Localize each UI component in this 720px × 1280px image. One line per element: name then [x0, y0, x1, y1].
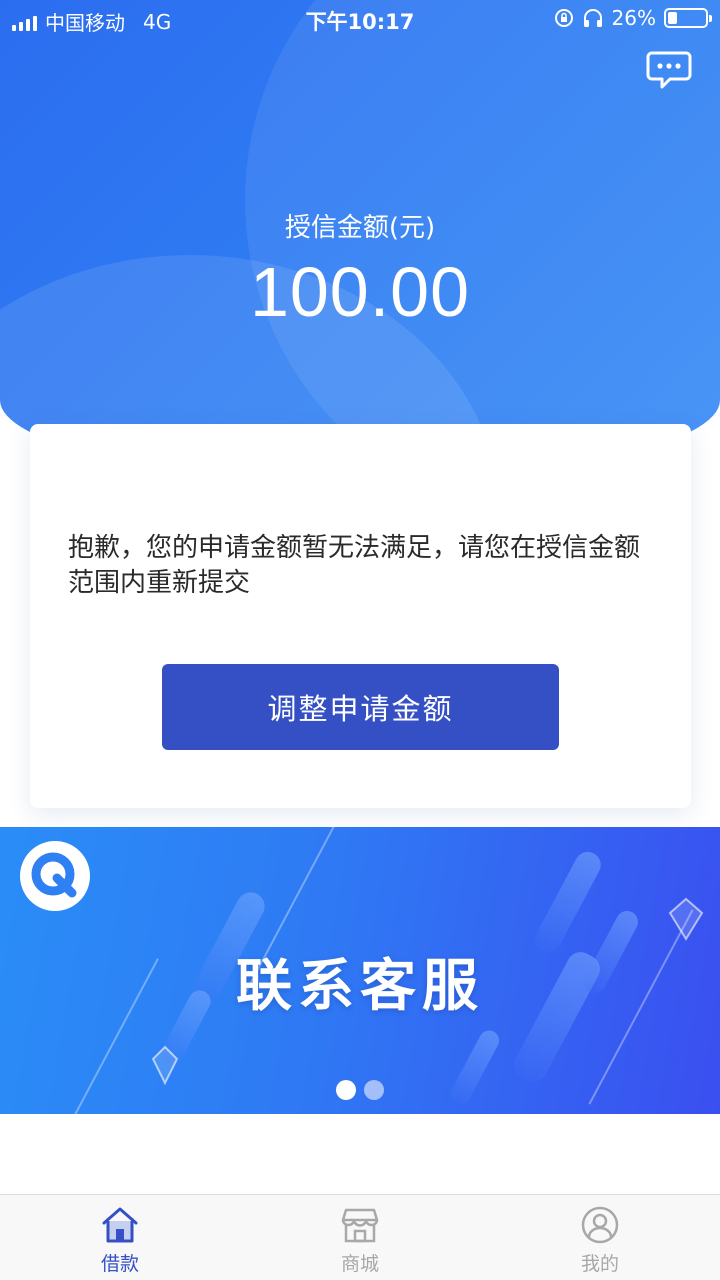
headphones-icon	[583, 9, 602, 27]
search-logo-icon	[20, 841, 90, 911]
carousel-dot[interactable]	[364, 1080, 384, 1100]
user-icon	[581, 1206, 619, 1244]
status-bar: 中国移动 4G 下午10:17 26%	[0, 0, 720, 38]
crystal-icon	[668, 897, 704, 941]
banner-title: 联系客服	[236, 954, 484, 1019]
carousel-dots	[0, 1080, 720, 1100]
credit-amount: 100.00	[249, 253, 471, 331]
credit-label: 授信金额(元)	[284, 213, 436, 243]
tab-mine[interactable]: 我的	[480, 1195, 720, 1280]
tab-label: 商城	[340, 1253, 379, 1275]
battery-percent: 26%	[611, 6, 656, 30]
notice-card: 抱歉，您的申请金额暂无法满足，请您在授信金额范围内重新提交 调整申请金额	[30, 424, 691, 808]
battery-icon	[664, 8, 712, 28]
bottom-tab-bar: 借款 商城 我的	[0, 1194, 720, 1280]
store-icon	[341, 1208, 379, 1243]
contact-service-banner[interactable]: 联系客服	[0, 827, 720, 1114]
tab-loan[interactable]: 借款	[0, 1195, 240, 1280]
status-right: 26%	[554, 6, 712, 30]
chat-bubble-icon[interactable]	[646, 50, 692, 90]
tab-store[interactable]: 商城	[240, 1195, 480, 1280]
tab-label: 借款	[100, 1253, 139, 1275]
home-icon	[102, 1207, 138, 1243]
tab-label: 我的	[580, 1253, 619, 1275]
carousel-dot[interactable]	[336, 1080, 356, 1100]
notice-message: 抱歉，您的申请金额暂无法满足，请您在授信金额范围内重新提交	[68, 533, 641, 598]
crystal-icon	[151, 1045, 179, 1085]
rotation-lock-icon	[554, 9, 573, 27]
adjust-amount-button[interactable]: 调整申请金额	[162, 664, 559, 750]
